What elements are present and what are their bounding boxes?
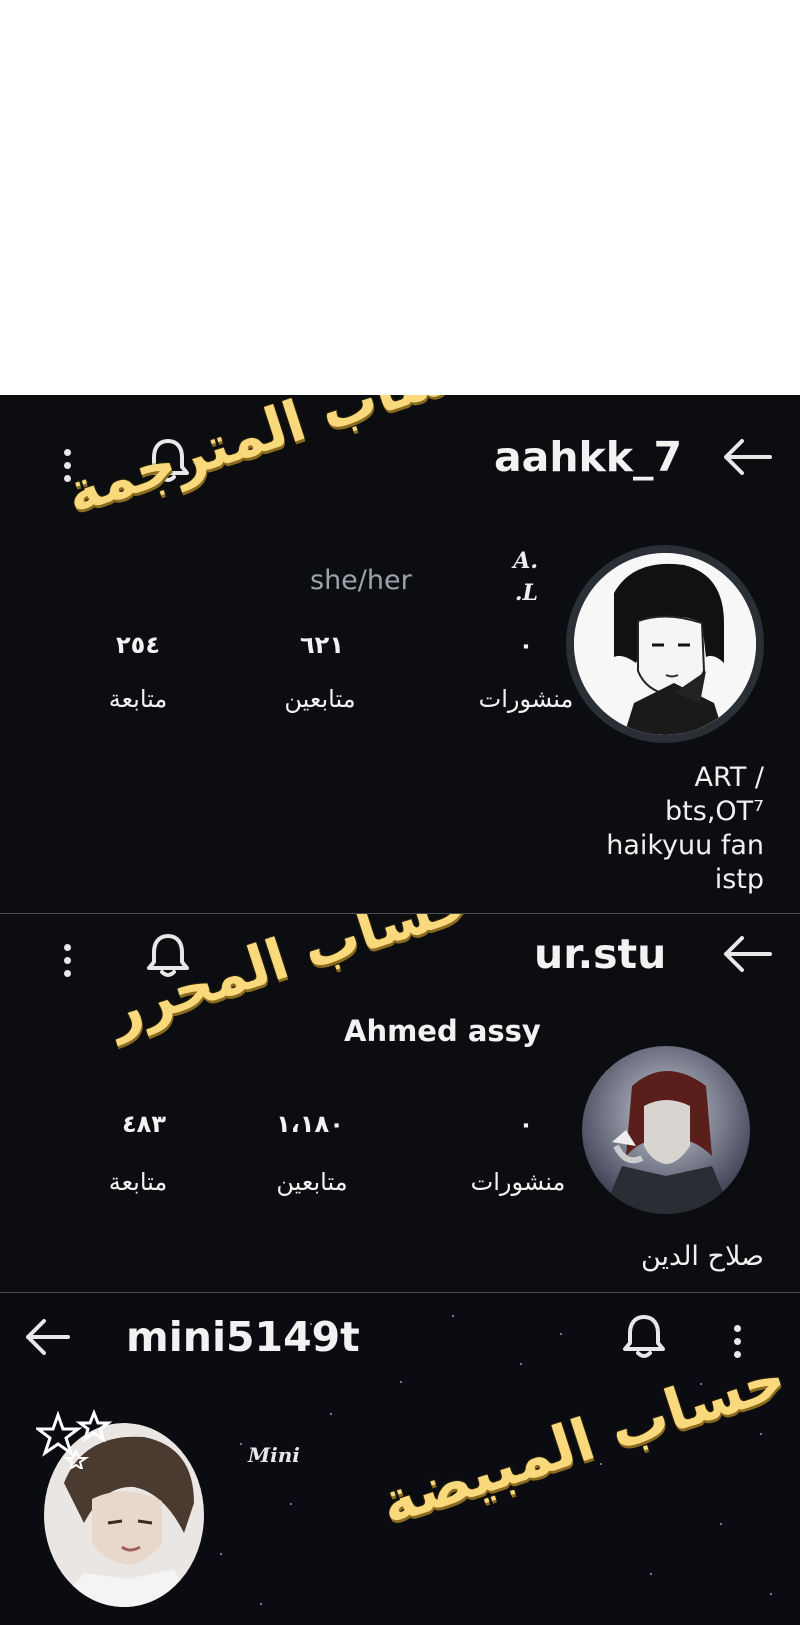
profile-panel-cleaner: mini5149t Mini حساب المبيضة [0, 1293, 800, 1625]
followers-label[interactable]: متابعين [232, 1168, 392, 1196]
profile-username: aahkk_7 [494, 433, 683, 481]
bio-line: ART / [694, 762, 764, 793]
star-sticker-icon [33, 1408, 116, 1473]
display-name: A. .L [513, 548, 538, 606]
blank-area [0, 0, 800, 395]
following-count[interactable]: ٤٨٣ [74, 1110, 214, 1138]
bio-line: صلاح الدين [640, 1241, 764, 1272]
posts-count: ٠ [518, 631, 534, 659]
bell-icon[interactable] [622, 1313, 666, 1363]
followers-count[interactable]: ١،١٨٠ [240, 1110, 380, 1138]
posts-label: منشورات [470, 1168, 566, 1196]
arrow-left-icon[interactable] [24, 1319, 70, 1359]
display-name: Ahmed assy [344, 1014, 541, 1048]
profile-panel-translator: aahkk_7 A. .L she/her ٠ ٦٢١ ٢٥٤ منشورات … [0, 395, 800, 914]
following-label[interactable]: متابعة [58, 685, 218, 713]
more-vertical-icon[interactable] [64, 944, 72, 983]
followers-count[interactable]: ٦٢١ [252, 631, 392, 659]
avatar[interactable] [582, 1046, 750, 1214]
bio: ART / bts,OT⁷ haikyuu fan istp [606, 761, 764, 897]
profile-username: mini5149t [126, 1313, 360, 1361]
profile-panel-editor: ur.stu Ahmed assy ٠ ١،١٨٠ ٤٨٣ منشورات مت… [0, 914, 800, 1293]
bio-line: bts,OT⁷ [665, 796, 764, 827]
posts-label: منشورات [478, 685, 574, 713]
posts-count: ٠ [518, 1110, 534, 1138]
arrow-left-icon[interactable] [722, 936, 772, 976]
profile-username: ur.stu [534, 930, 667, 978]
display-name: Mini [248, 1443, 300, 1467]
bio: صلاح الدين [641, 1240, 764, 1274]
bio-line: istp [714, 864, 764, 895]
following-count[interactable]: ٢٥٤ [68, 631, 208, 659]
followers-label[interactable]: متابعين [240, 685, 400, 713]
pronouns: she/her [310, 565, 412, 596]
arrow-left-icon[interactable] [722, 439, 772, 479]
bio-line: haikyuu fan [606, 830, 764, 861]
following-label[interactable]: متابعة [58, 1168, 218, 1196]
watermark-label: حساب المترجمة [58, 395, 498, 527]
